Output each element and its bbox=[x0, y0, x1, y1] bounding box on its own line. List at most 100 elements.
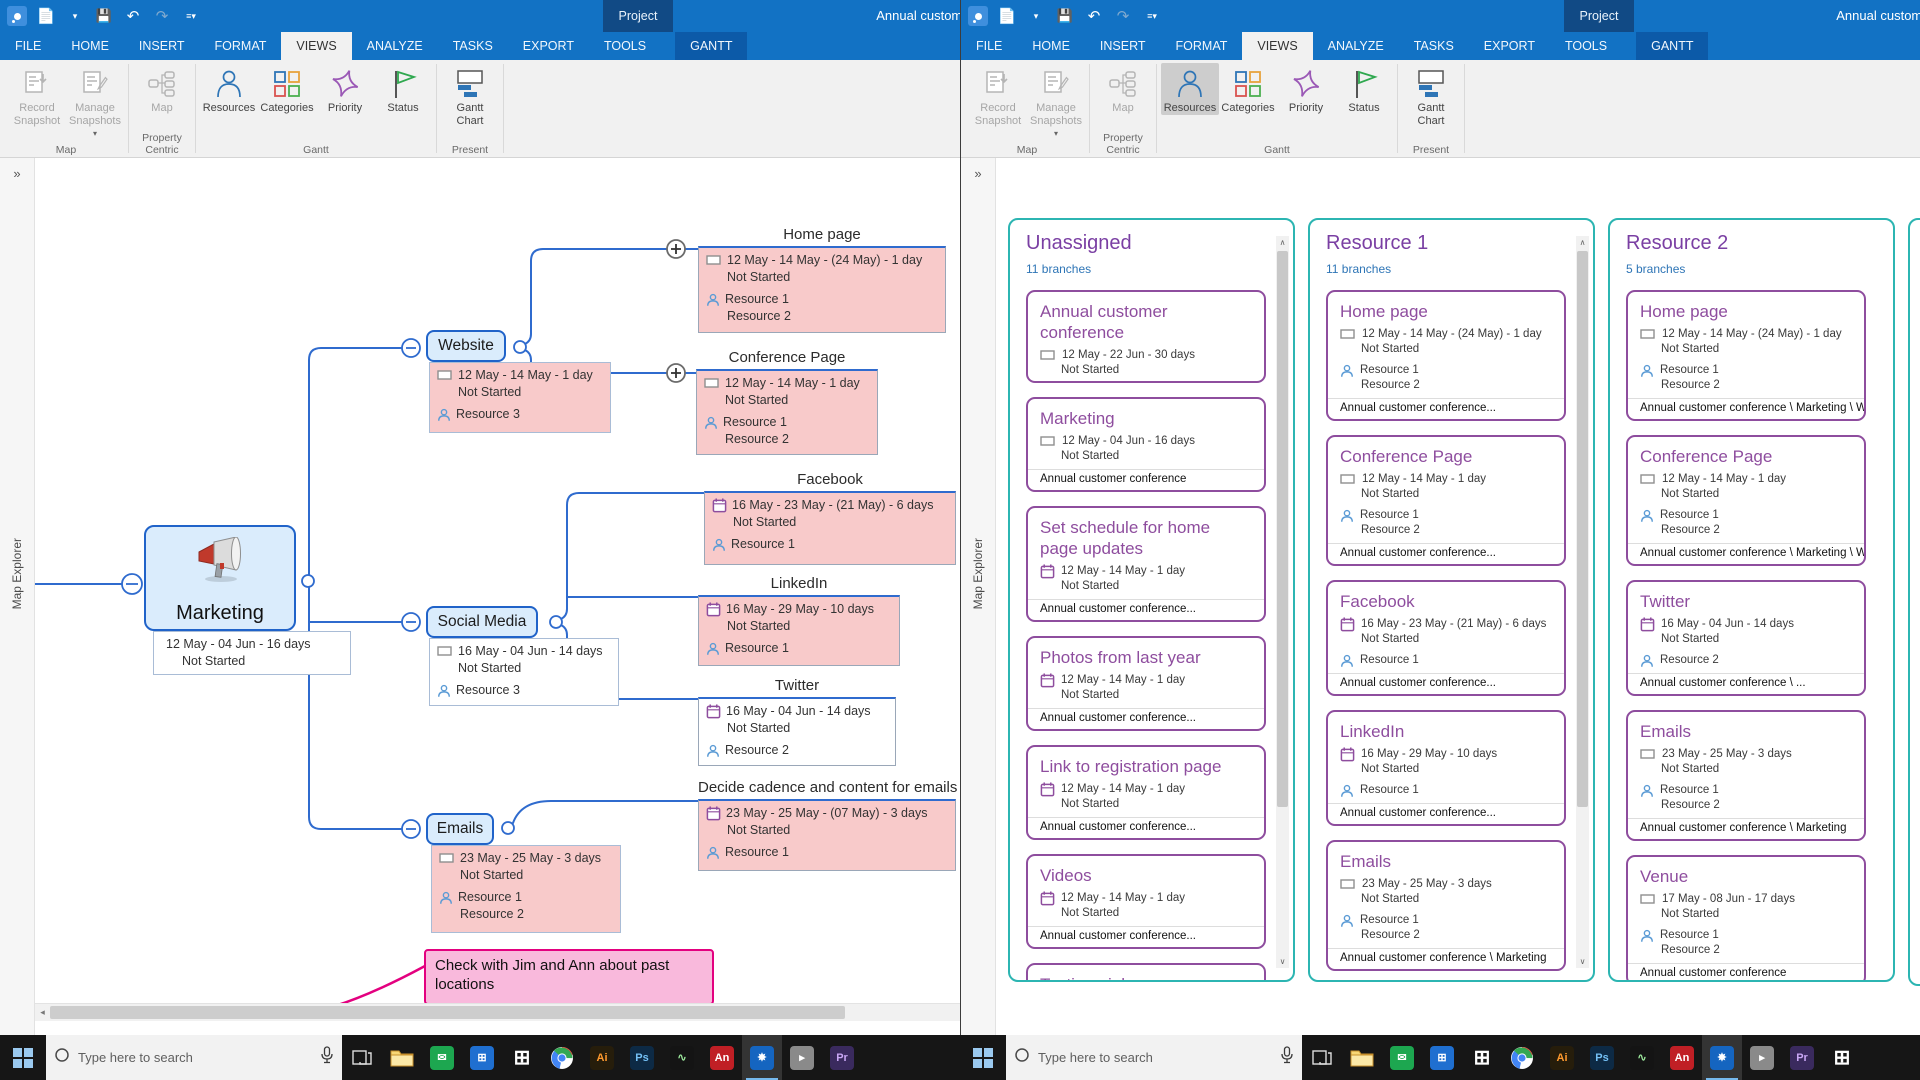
customize-toolbar-icon[interactable]: ≡▾ bbox=[1141, 5, 1163, 27]
branch-card[interactable]: Videos12 May - 14 May - 1 dayNot Started… bbox=[1026, 854, 1266, 949]
tab-views[interactable]: VIEWS bbox=[281, 32, 351, 60]
map-topic-social[interactable]: Social Media bbox=[426, 606, 538, 638]
branch-card[interactable]: Marketing12 May - 04 Jun - 16 daysNot St… bbox=[1026, 397, 1266, 492]
horizontal-scrollbar-thumb[interactable] bbox=[50, 1006, 845, 1019]
mindview-icon[interactable]: ✸ bbox=[742, 1035, 782, 1080]
tab-format[interactable]: FORMAT bbox=[200, 32, 282, 60]
search-input[interactable]: Type here to search bbox=[1006, 1035, 1302, 1080]
branch-card[interactable]: Twitter16 May - 04 Jun - 14 daysNot Star… bbox=[1626, 580, 1866, 696]
map-subtopic-decide[interactable]: Decide cadence and content for emails23 … bbox=[698, 779, 956, 871]
mail-icon[interactable]: ✉ bbox=[1382, 1035, 1422, 1080]
map-callout-note[interactable]: Check with Jim and Ann about past locati… bbox=[424, 949, 714, 1005]
branch-card[interactable]: Venue17 May - 08 Jun - 17 daysNot Starte… bbox=[1626, 855, 1866, 982]
new-map-icon[interactable]: 📄 bbox=[996, 5, 1018, 27]
collapse-button-website[interactable] bbox=[402, 339, 420, 357]
app-logo-icon[interactable] bbox=[967, 5, 989, 27]
branch-card[interactable]: Link to registration page12 May - 14 May… bbox=[1026, 745, 1266, 840]
branch-handle-website[interactable] bbox=[514, 341, 526, 353]
map-subtopic-confpage[interactable]: Conference Page12 May - 14 May - 1 dayNo… bbox=[696, 349, 878, 455]
tab-tasks[interactable]: TASKS bbox=[1399, 32, 1469, 60]
premiere-icon[interactable]: Pr bbox=[1782, 1035, 1822, 1080]
tab-export[interactable]: EXPORT bbox=[1469, 32, 1550, 60]
mindview-icon[interactable]: ✸ bbox=[1702, 1035, 1742, 1080]
branch-handle-social-media[interactable] bbox=[550, 616, 562, 628]
collapse-button-emails[interactable] bbox=[402, 820, 420, 838]
undo-icon[interactable]: ↶ bbox=[122, 5, 144, 27]
map-topic-website[interactable]: Website bbox=[426, 330, 506, 362]
microphone-icon[interactable] bbox=[320, 1046, 334, 1069]
task-view-icon[interactable] bbox=[342, 1035, 382, 1080]
branch-card[interactable]: Home page12 May - 14 May - (24 May) - 1 … bbox=[1326, 290, 1566, 421]
scroll-down-arrow-icon[interactable]: ∨ bbox=[1576, 955, 1589, 968]
start-button[interactable] bbox=[0, 1035, 46, 1080]
resources-button[interactable]: Resources bbox=[1161, 63, 1219, 115]
branch-card[interactable]: Emails23 May - 25 May - 3 daysNot Starte… bbox=[1326, 840, 1566, 971]
tab-tools[interactable]: TOOLS bbox=[589, 32, 661, 60]
expand-button-conference-page[interactable] bbox=[667, 364, 685, 382]
tab-insert[interactable]: INSERT bbox=[124, 32, 200, 60]
start-button[interactable] bbox=[960, 1035, 1006, 1080]
save-icon[interactable]: 💾 bbox=[1054, 5, 1076, 27]
illustrator-icon[interactable]: Ai bbox=[1542, 1035, 1582, 1080]
subtopic-info-box[interactable]: 12 May - 14 May - (24 May) - 1 dayNot St… bbox=[698, 246, 946, 333]
topic-info-box-emails[interactable]: 23 May - 25 May - 3 daysNot StartedResou… bbox=[431, 845, 621, 933]
qat-dropdown-icon[interactable]: ▾ bbox=[1025, 5, 1047, 27]
file-explorer-icon[interactable] bbox=[1342, 1035, 1382, 1080]
audition-icon[interactable]: ∿ bbox=[1622, 1035, 1662, 1080]
resources-button[interactable]: Resources bbox=[200, 63, 258, 115]
gantt-chart-button[interactable]: GanttChart bbox=[441, 63, 499, 127]
map-subtopic-twitter[interactable]: Twitter16 May - 04 Jun - 14 daysNot Star… bbox=[698, 677, 896, 766]
expand-button-home-page[interactable] bbox=[667, 240, 685, 258]
tab-format[interactable]: FORMAT bbox=[1161, 32, 1243, 60]
map-root-topic-marketing[interactable]: Marketing bbox=[144, 525, 296, 631]
branch-card[interactable]: Set schedule for home page updates12 May… bbox=[1026, 506, 1266, 622]
anydesk-icon[interactable]: An bbox=[1662, 1035, 1702, 1080]
priority-button[interactable]: Priority bbox=[316, 63, 374, 115]
scroll-down-arrow-icon[interactable]: ∨ bbox=[1276, 955, 1289, 968]
app-logo-icon[interactable] bbox=[6, 5, 28, 27]
branch-card[interactable]: Photos from last year12 May - 14 May - 1… bbox=[1026, 636, 1266, 731]
premiere-icon[interactable]: Pr bbox=[822, 1035, 862, 1080]
branch-card[interactable]: Home page12 May - 14 May - (24 May) - 1 … bbox=[1626, 290, 1866, 421]
tab-export[interactable]: EXPORT bbox=[508, 32, 589, 60]
subtopic-info-box[interactable]: 16 May - 04 Jun - 14 daysNot StartedReso… bbox=[698, 697, 896, 766]
subtopic-info-box[interactable]: 12 May - 14 May - 1 dayNot StartedResour… bbox=[696, 369, 878, 455]
qat-dropdown-icon[interactable]: ▾ bbox=[64, 5, 86, 27]
task-view-icon[interactable] bbox=[1302, 1035, 1342, 1080]
mail-icon[interactable]: ✉ bbox=[422, 1035, 462, 1080]
illustrator-icon[interactable]: Ai bbox=[582, 1035, 622, 1080]
photoshop-icon[interactable]: Ps bbox=[622, 1035, 662, 1080]
vertical-scrollbar[interactable]: ∧∨ bbox=[1576, 236, 1589, 968]
tab-file[interactable]: FILE bbox=[961, 32, 1017, 60]
branch-card[interactable]: LinkedIn16 May - 29 May - 10 daysNot Sta… bbox=[1326, 710, 1566, 826]
map-topic-emails[interactable]: Emails bbox=[426, 813, 494, 845]
collapse-button-marketing[interactable] bbox=[122, 574, 142, 594]
map-button[interactable]: Map bbox=[1094, 63, 1152, 115]
scroll-left-arrow-icon[interactable]: ◂ bbox=[35, 1004, 50, 1021]
manage-snapshots-button[interactable]: ManageSnapshots ▾ bbox=[66, 63, 124, 141]
media-player-icon[interactable]: ▸ bbox=[782, 1035, 822, 1080]
search-input[interactable]: Type here to search bbox=[46, 1035, 342, 1080]
scroll-up-arrow-icon[interactable]: ∧ bbox=[1576, 236, 1589, 249]
branch-card[interactable]: Annual customer conference12 May - 22 Ju… bbox=[1026, 290, 1266, 383]
record-snapshot-button[interactable]: RecordSnapshot bbox=[8, 63, 66, 127]
root-topic-info-box[interactable]: 12 May - 04 Jun - 16 daysNot Started bbox=[153, 631, 351, 675]
branch-handle-marketing[interactable] bbox=[302, 575, 314, 587]
gantt-chart-button[interactable]: GanttChart bbox=[1402, 63, 1460, 127]
vertical-scrollbar-thumb[interactable] bbox=[1577, 251, 1588, 807]
tab-gantt-contextual[interactable]: GANTT bbox=[675, 32, 747, 60]
topic-info-box-social[interactable]: 16 May - 04 Jun - 14 daysNot StartedReso… bbox=[429, 638, 619, 706]
audition-icon[interactable]: ∿ bbox=[662, 1035, 702, 1080]
map-subtopic-linkedin[interactable]: LinkedIn16 May - 29 May - 10 daysNot Sta… bbox=[698, 575, 900, 666]
subtopic-info-box[interactable]: 16 May - 29 May - 10 daysNot StartedReso… bbox=[698, 595, 900, 666]
branch-card[interactable]: Emails23 May - 25 May - 3 daysNot Starte… bbox=[1626, 710, 1866, 841]
tab-views[interactable]: VIEWS bbox=[1242, 32, 1312, 60]
map-canvas[interactable]: Marketing12 May - 04 Jun - 16 daysNot St… bbox=[35, 158, 960, 1035]
categories-button[interactable]: Categories bbox=[1219, 63, 1277, 115]
save-icon[interactable]: 💾 bbox=[93, 5, 115, 27]
office-grid-icon[interactable]: ⊞ bbox=[502, 1035, 542, 1080]
chrome-icon[interactable] bbox=[1502, 1035, 1542, 1080]
tab-tools[interactable]: TOOLS bbox=[1550, 32, 1622, 60]
tab-analyze[interactable]: ANALYZE bbox=[1313, 32, 1399, 60]
tab-home[interactable]: HOME bbox=[56, 32, 124, 60]
